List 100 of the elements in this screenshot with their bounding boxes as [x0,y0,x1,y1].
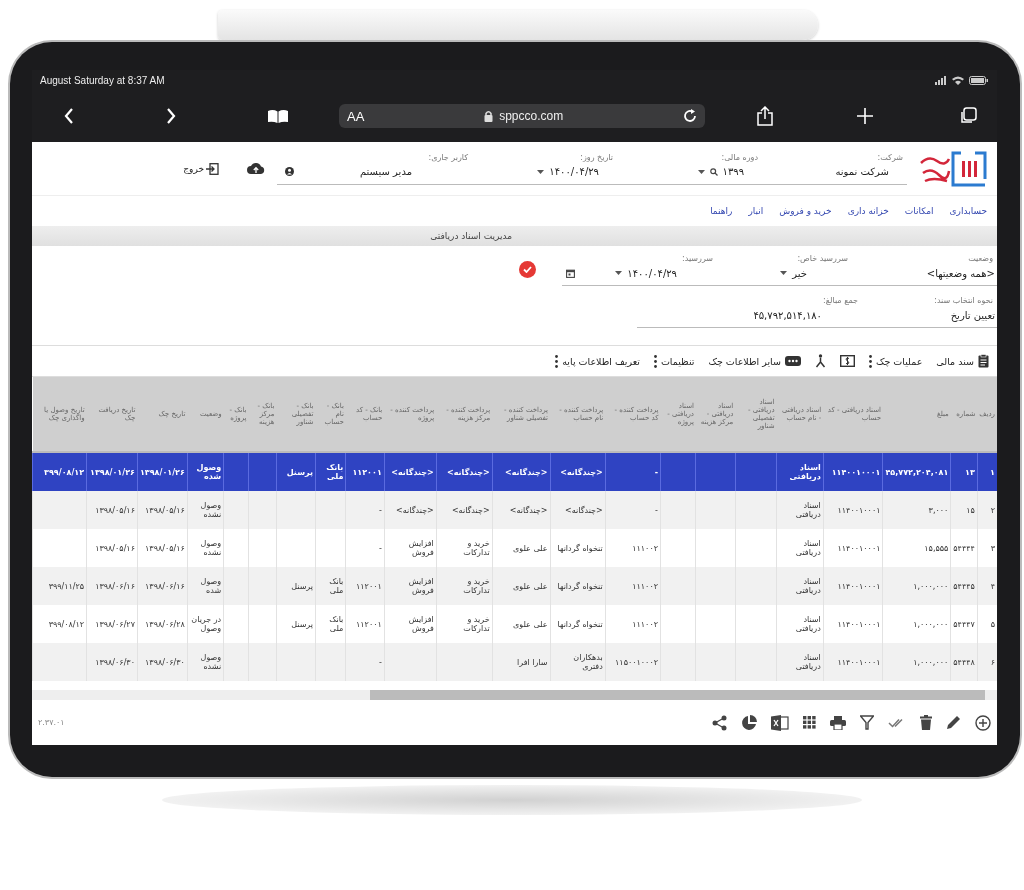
table-cell: ۱۱۲۰۰۱ [356,581,382,591]
share-icon[interactable] [757,106,773,126]
table-cell: ۱۵,۵۵۵ [924,543,949,553]
table-cell: خرید و تدارکات [463,577,490,595]
table-cell: - [378,543,382,553]
money-icon[interactable] [839,355,855,367]
table-cell: پرسنل [291,619,313,629]
address-bar[interactable]: AA sppcco.com [339,104,705,128]
table-cell: - [654,467,658,477]
reload-icon[interactable] [683,109,697,123]
search-icon[interactable] [709,167,718,176]
filter-field[interactable]: ۱۴۰۰/۰۴/۲۹ [562,263,717,286]
version-text: ۲.۳۷.۰۱ [38,718,65,727]
table-cell: ۱۱۴۰۰۱۰۰۰۱ [831,467,881,477]
filter-field[interactable]: <همه وضعیتها> [852,263,997,286]
menu-item[interactable]: خرید و فروش [779,206,832,216]
table-row[interactable]: ۱ ۱۳ ۴۵,۷۷۲,۲۰۴,۰۸۱ ۱۱۴۰۰۱۰۰۰۱ اسناد دریافتی - <چندگانه> <چندگانه> <چندگانه> <چندگانه> ۱۱۲۰۰۱ بانک ملی پرسنل وصول شده ۱۳۹۸/۰۱/۲۶ ۱۳۹۸/۰۱/۲۶ ۳۹۹/۰۸/۱۲ [32,452,997,491]
table-cell: ۳۹۹/۰۸/۱۲ [48,619,85,629]
header-field[interactable]: ۱۳۹۹ [617,161,762,185]
settings-menu[interactable]: تنظیمات [653,354,695,368]
menu-item[interactable]: حسابداری [949,206,987,216]
battery-icon [969,75,989,85]
header-field[interactable]: شرکت نمونه [762,161,907,185]
field-label: سررسید: [681,254,714,263]
filter-field[interactable]: تعیین تاریخ [862,305,997,328]
table-row[interactable]: ۴ ۵۴۴۴۵ ۱,۰۰۰,۰۰۰ ۱۱۴۰۰۱۰۰۰۱ اسناد دریافتی ۱۱۱۰۰۲ تنخواه گردانها علی علوی خرید و تدارکات افزایش فروش ۱۱۲۰۰۱ بانک ملی پرسنل وصول شده ۱۳۹۸/۰۶/۱۶ ۱۳۹۸/۰۶/۱۶ ۳۹۹/۱۱/۲۵ [32,567,997,605]
base-info-menu[interactable]: تعریف اطلاعات پایه [555,354,640,368]
pie-chart-icon[interactable] [741,714,757,731]
table-cell: <چندگانه> [509,505,548,515]
table-cell: تنخواه گردانها [557,581,603,591]
table-cell: ۱۱۱۰۰۲ [632,543,658,553]
table-cell: وصول نشده [200,539,222,557]
share-icon[interactable] [712,714,727,731]
filter-icon[interactable] [860,715,874,730]
table-cell: ۶ [990,657,995,667]
caret-icon[interactable] [537,169,545,174]
caret-icon[interactable] [697,169,705,174]
table-cell: ۱ [990,467,995,477]
grid-icon[interactable] [803,716,816,729]
field-label: نحوه انتخاب سند: [933,296,994,305]
table-cell: ۵۴۴۴۴ [953,543,975,553]
delete-icon[interactable] [920,715,932,730]
table-cell: ۱۱۱۰۰۲ [632,581,658,591]
table-cell: <چندگانه> [447,467,490,477]
table-cell: ۱۳۹۸/۰۶/۲۷ [95,619,135,629]
field-label: کاربر جاری: [427,152,469,162]
edit-icon[interactable] [946,715,961,730]
menu-item[interactable]: راهنما [710,206,733,216]
excel-icon[interactable] [771,714,789,731]
table-cell: ۱۳۹۸/۰۶/۱۶ [145,581,185,591]
table-cell: ۱۳۹۸/۰۱/۲۶ [90,467,135,477]
confirm-button[interactable] [519,261,536,278]
table-row[interactable]: ۶ ۵۴۴۴۸ ۱,۰۰۰,۰۰۰ ۱۱۴۰۰۱۰۰۰۱ اسناد دریافتی ۱۱۵۰۰۱۰۰۰۲ بدهکاران دفتری سارا افرا - وصول نشده ۱۳۹۸/۰۶/۳۰ ۱۳۹۸/۰۶/۳۰ [32,643,997,681]
forward-icon[interactable] [166,108,176,124]
table-cell: افزایش فروش [408,577,434,595]
add-icon[interactable] [975,714,991,731]
table-cell: ۱۳۹۸/۰۶/۱۶ [95,581,135,591]
cloud-upload-icon[interactable] [247,162,265,175]
filter-field[interactable]: خیر [717,263,852,286]
table-cell: ۱۱۲۰۰۱ [356,619,382,629]
caret-icon[interactable] [615,271,623,275]
url-text: sppcco.com [499,109,564,123]
horizontal-scrollbar[interactable] [32,690,997,700]
tabs-icon[interactable] [959,107,977,125]
table-cell: افزایش فروش [408,539,434,557]
table-cell: ۱۳۹۸/۰۵/۱۶ [145,543,185,553]
table-cell: ۳,۰۰۰ [928,505,949,515]
print-icon[interactable] [830,715,846,730]
plus-icon[interactable] [857,108,873,124]
calendar-icon[interactable] [566,268,575,278]
table-cell: ۵ [990,619,995,629]
check-operations-menu[interactable]: عملیات چک [868,354,923,368]
book-icon[interactable] [267,108,289,124]
table-cell: ۲ [990,505,995,515]
menu-item[interactable]: امکانات [904,206,934,216]
exit-icon [206,162,219,175]
other-check-info-button[interactable]: سایر اطلاعات چک [708,355,801,367]
lock-icon [484,110,494,122]
table-cell: اسناد دریافتی [795,577,821,595]
menu-item[interactable]: انبار [748,206,764,216]
table-cell: ۱۳۹۸/۰۵/۱۶ [145,505,185,515]
logout-button[interactable]: خروج [183,162,219,175]
table-cell: ۱۳۹۸/۰۵/۱۶ [95,505,135,515]
table-cell: اسناد دریافتی [795,653,821,671]
page-title: مدیریت اسناد دریافتی [430,231,512,241]
text-size-button[interactable]: AA [347,108,365,124]
filter-field[interactable]: ۴۵,۷۹۲,۵۱۴,۱۸۰ [637,305,862,328]
table-cell: علی علوی [513,543,548,553]
header-field[interactable]: ۱۴۰۰/۰۴/۲۹ [472,161,617,185]
table-cell: <چندگانه> [396,505,434,515]
back-icon[interactable] [64,108,74,124]
financial-doc-button[interactable]: سند مالی [936,354,989,368]
table-cell: - [378,657,382,667]
menu-item[interactable]: خزانه داری [847,206,889,216]
table-cell: ۱۳ [965,467,975,477]
table-cell: وصول شده [200,577,222,595]
caret-icon[interactable] [780,271,788,275]
fork-person-icon[interactable] [814,354,826,368]
header-field[interactable]: مدیر سیستم [277,161,472,185]
table-row[interactable]: ۲ ۱۵ ۳,۰۰۰ ۱۱۴۰۰۱۰۰۰۱ اسناد دریافتی - <چندگانه> <چندگانه> <چندگانه> <چندگانه> - وصول نشده ۱۳۹۸/۰۵/۱۶ ۱۳۹۸/۰۵/۱۶ [32,491,997,529]
